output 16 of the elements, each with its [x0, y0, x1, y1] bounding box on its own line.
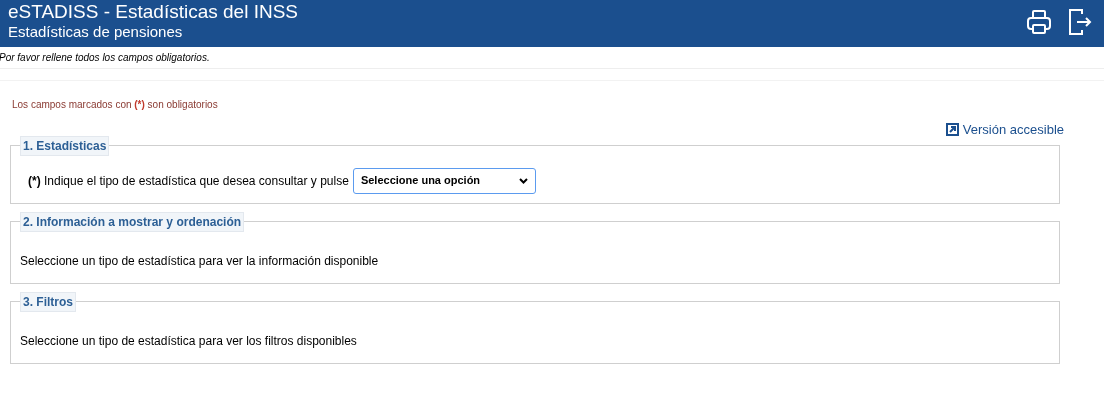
- required-note: Los campos marcados con (*) son obligatorios: [12, 99, 218, 110]
- instruction-text: (*) Indique el tipo de estadística que desea consultar y pulse: [28, 172, 349, 190]
- print-icon[interactable]: [1026, 9, 1052, 35]
- section-legend: 3. Filtros: [20, 291, 76, 312]
- chevron-down-icon: [518, 177, 528, 184]
- section-legend: 1. Estadísticas: [20, 135, 110, 156]
- notice-text: Por favor rellene todos los campos obligatorios.: [0, 51, 210, 65]
- info-message: Seleccione un tipo de estadística para ver la información disponible: [20, 253, 379, 268]
- app-title: eSTADISS - Estadísticas del INSS: [8, 2, 299, 21]
- info-message: Seleccione un tipo de estadística para ver los filtros disponibles: [20, 333, 357, 348]
- statistic-type-select[interactable]: Seleccione una opción: [352, 167, 536, 194]
- external-link-icon: [945, 123, 959, 137]
- accessible-version-link[interactable]: Versión accesible: [945, 120, 1064, 140]
- logout-icon[interactable]: [1068, 8, 1092, 36]
- section-legend: 2. Información a mostrar y ordenación: [20, 211, 245, 232]
- page-subtitle: Estadísticas de pensiones: [8, 24, 184, 39]
